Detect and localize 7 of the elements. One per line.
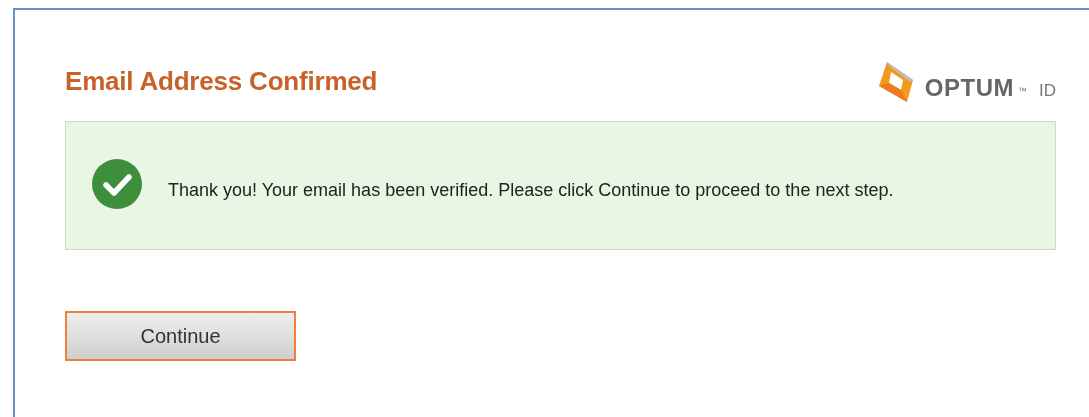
- message-text: Thank you! Your email has been verified. Please click Continue to proceed to the next step.: [168, 179, 894, 202]
- logo-suffix: ID: [1039, 82, 1056, 100]
- logo-wordmark: OPTUM: [924, 76, 1014, 100]
- continue-button[interactable]: Continue: [65, 311, 296, 361]
- page-title: Email Address Confirmed: [65, 66, 378, 97]
- trademark-sign: ™: [1018, 86, 1027, 96]
- check-icon: [92, 158, 142, 209]
